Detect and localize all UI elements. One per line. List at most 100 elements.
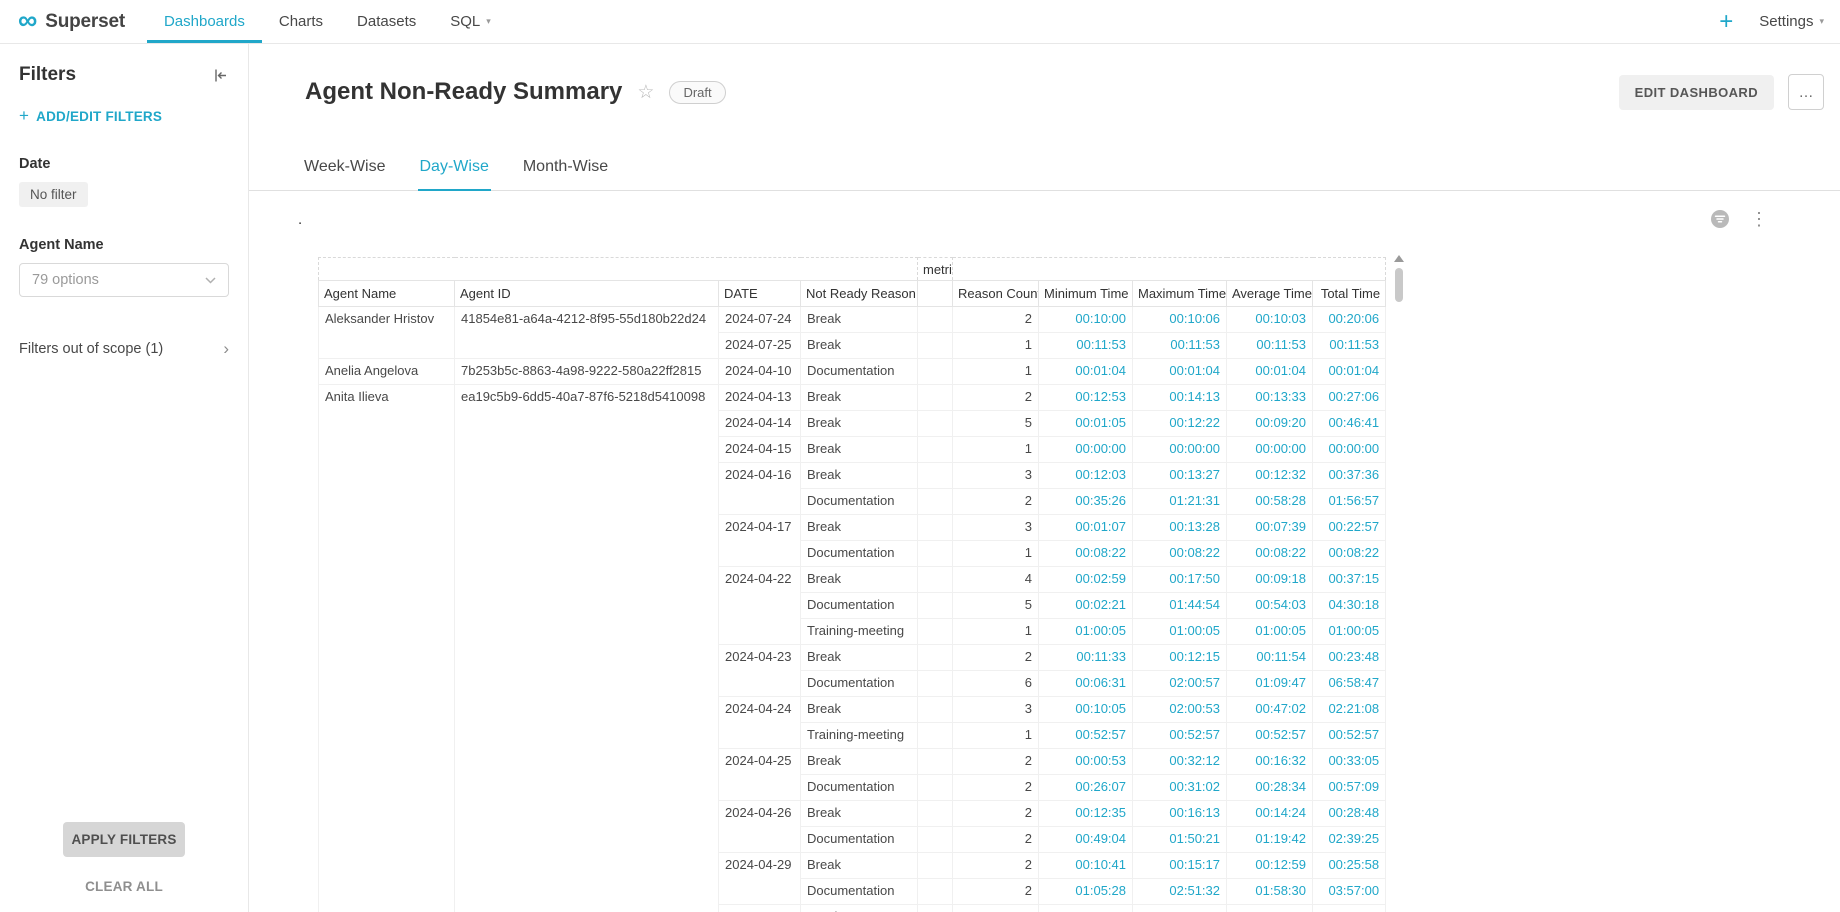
cell-total-time[interactable]: 00:20:06 [1313,307,1386,333]
cell-minimum-time[interactable]: 00:10:00 [1039,307,1133,333]
cell-maximum-time[interactable]: 00:12:15 [1133,645,1227,671]
col-maximum-time[interactable]: Maximum Time [1133,281,1227,307]
cell-minimum-time[interactable]: 00:11:33 [1039,645,1133,671]
collapse-filters-icon[interactable] [212,67,229,84]
cell-maximum-time[interactable]: 02:00:53 [1133,697,1227,723]
cell-average-time[interactable]: 00:09:18 [1227,567,1313,593]
cell-minimum-time[interactable]: 00:26:07 [1039,775,1133,801]
cell-maximum-time[interactable]: 02:00:57 [1133,671,1227,697]
cell-total-time[interactable]: 00:57:09 [1313,775,1386,801]
cell-average-time[interactable]: 01:00:05 [1227,619,1313,645]
cell-minimum-time[interactable]: 00:01:04 [1039,359,1133,385]
cell-maximum-time[interactable]: 01:44:54 [1133,593,1227,619]
cell-minimum-time[interactable]: 00:12:35 [1039,801,1133,827]
col-date[interactable]: DATE [719,281,801,307]
edit-dashboard-button[interactable]: EDIT DASHBOARD [1619,75,1774,110]
col-average-time[interactable]: Average Time [1227,281,1313,307]
cell-total-time[interactable]: 01:56:57 [1313,489,1386,515]
cell-total-time[interactable]: 00:25:58 [1313,853,1386,879]
cell-minimum-time[interactable]: 00:01:07 [1039,515,1133,541]
cell-average-time[interactable]: 00:14:24 [1227,801,1313,827]
scroll-up-icon[interactable] [1394,255,1404,262]
cell-total-time[interactable]: 00:11:53 [1313,333,1386,359]
cell-total-time[interactable]: 00:39:27 [1313,905,1386,912]
cell-maximum-time[interactable]: 00:31:02 [1133,775,1227,801]
cell-total-time[interactable]: 03:57:00 [1313,879,1386,905]
cell-maximum-time[interactable]: 00:12:22 [1133,411,1227,437]
tab-month-wise[interactable]: Month-Wise [521,150,610,191]
cell-total-time[interactable]: 00:33:05 [1313,749,1386,775]
cell-maximum-time[interactable]: 00:13:28 [1133,515,1227,541]
cell-total-time[interactable]: 00:08:22 [1313,541,1386,567]
cell-minimum-time[interactable]: 00:08:22 [1039,541,1133,567]
cell-minimum-time[interactable]: 01:05:28 [1039,879,1133,905]
cell-maximum-time[interactable]: 00:10:06 [1133,307,1227,333]
cell-total-time[interactable]: 00:37:15 [1313,567,1386,593]
cell-maximum-time[interactable]: 00:32:12 [1133,749,1227,775]
cell-total-time[interactable]: 00:00:00 [1313,437,1386,463]
col-agent-name[interactable]: Agent Name [319,281,455,307]
cell-average-time[interactable]: 00:13:09 [1227,905,1313,912]
cell-maximum-time[interactable]: 00:17:50 [1133,567,1227,593]
cell-minimum-time[interactable]: 00:10:41 [1039,853,1133,879]
date-filter-value-chip[interactable]: No filter [19,182,88,207]
col-not-ready-reason[interactable]: Not Ready Reason [801,281,918,307]
scrollbar-thumb[interactable] [1395,268,1403,302]
cell-average-time[interactable]: 00:00:00 [1227,437,1313,463]
cross-filter-icon[interactable] [1710,209,1730,229]
apply-filters-button[interactable]: APPLY FILTERS [63,822,185,857]
add-edit-filters-button[interactable]: + ADD/EDIT FILTERS [19,106,229,126]
cell-total-time[interactable]: 00:52:57 [1313,723,1386,749]
cell-maximum-time[interactable]: 00:18:26 [1133,905,1227,912]
cell-maximum-time[interactable]: 01:50:21 [1133,827,1227,853]
cell-maximum-time[interactable]: 02:51:32 [1133,879,1227,905]
cell-minimum-time[interactable]: 00:52:57 [1039,723,1133,749]
superset-logo[interactable]: ∞ Superset [18,0,125,43]
cell-minimum-time[interactable]: 00:02:21 [1039,593,1133,619]
nav-item-dashboards[interactable]: Dashboards [147,0,262,43]
cell-average-time[interactable]: 01:19:42 [1227,827,1313,853]
cell-average-time[interactable]: 00:54:03 [1227,593,1313,619]
cell-maximum-time[interactable]: 00:15:17 [1133,853,1227,879]
favorite-star-icon[interactable]: ☆ [637,81,654,104]
cell-maximum-time[interactable]: 00:01:04 [1133,359,1227,385]
new-button[interactable]: + [1719,10,1733,34]
cell-average-time[interactable]: 00:28:34 [1227,775,1313,801]
cell-average-time[interactable]: 00:12:59 [1227,853,1313,879]
nav-item-datasets[interactable]: Datasets [340,0,433,43]
cell-maximum-time[interactable]: 00:16:13 [1133,801,1227,827]
cell-average-time[interactable]: 00:12:32 [1227,463,1313,489]
cell-minimum-time[interactable]: 00:49:04 [1039,827,1133,853]
cell-minimum-time[interactable]: 00:10:10 [1039,905,1133,912]
cell-average-time[interactable]: 00:07:39 [1227,515,1313,541]
cell-minimum-time[interactable]: 00:02:59 [1039,567,1133,593]
cell-average-time[interactable]: 00:58:28 [1227,489,1313,515]
cell-maximum-time[interactable]: 01:00:05 [1133,619,1227,645]
clear-all-button[interactable]: CLEAR ALL [19,879,229,894]
cell-maximum-time[interactable]: 00:52:57 [1133,723,1227,749]
cell-average-time[interactable]: 00:11:53 [1227,333,1313,359]
cell-average-time[interactable]: 00:10:03 [1227,307,1313,333]
settings-menu[interactable]: Settings ▾ [1759,13,1824,30]
tab-week-wise[interactable]: Week-Wise [302,150,388,191]
cell-total-time[interactable]: 00:46:41 [1313,411,1386,437]
agent-name-select[interactable]: 79 options [19,263,229,297]
cell-average-time[interactable]: 00:52:57 [1227,723,1313,749]
cell-maximum-time[interactable]: 00:14:13 [1133,385,1227,411]
nav-item-sql[interactable]: SQL▾ [433,0,508,43]
col-total-time[interactable]: Total Time [1313,281,1386,307]
cell-maximum-time[interactable]: 01:21:31 [1133,489,1227,515]
cell-maximum-time[interactable]: 00:00:00 [1133,437,1227,463]
cell-total-time[interactable]: 04:30:18 [1313,593,1386,619]
cell-total-time[interactable]: 00:28:48 [1313,801,1386,827]
cell-maximum-time[interactable]: 00:13:27 [1133,463,1227,489]
cell-minimum-time[interactable]: 00:12:03 [1039,463,1133,489]
col-reason-count[interactable]: Reason Count [953,281,1039,307]
cell-minimum-time[interactable]: 00:06:31 [1039,671,1133,697]
cell-minimum-time[interactable]: 00:12:53 [1039,385,1133,411]
cell-total-time[interactable]: 02:39:25 [1313,827,1386,853]
cell-minimum-time[interactable]: 00:01:05 [1039,411,1133,437]
cell-minimum-time[interactable]: 00:35:26 [1039,489,1133,515]
cell-total-time[interactable]: 00:22:57 [1313,515,1386,541]
col-agent-id[interactable]: Agent ID [455,281,719,307]
